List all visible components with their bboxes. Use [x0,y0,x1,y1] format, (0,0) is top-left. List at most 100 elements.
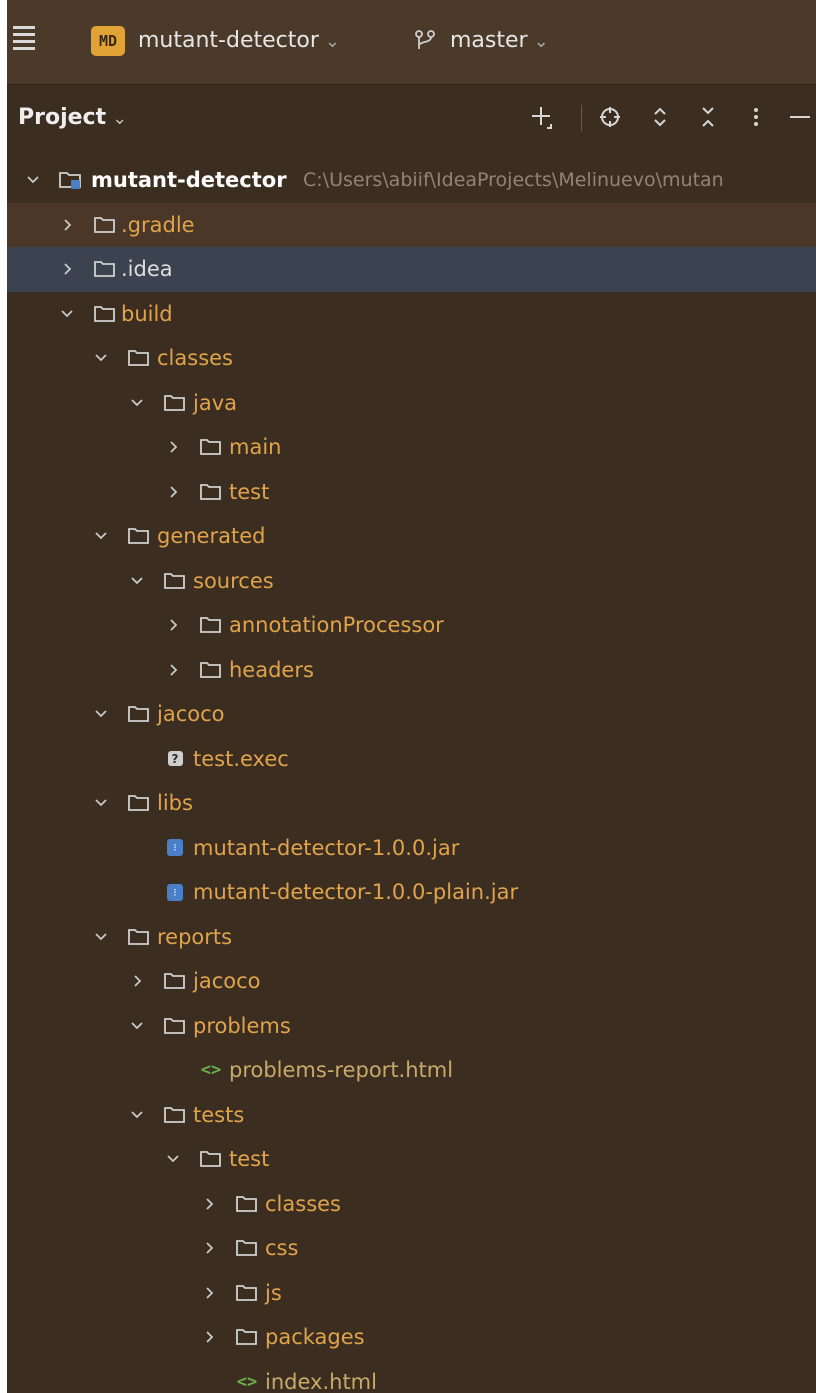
git-branch-icon[interactable] [413,29,439,53]
chevron-down-icon[interactable] [127,1004,147,1048]
tree-label: test [229,1147,270,1171]
tree-row[interactable]: reports [7,915,816,960]
chevron-down-icon[interactable] [127,559,147,603]
tree-row[interactable]: classes [7,1182,816,1227]
tree-label: classes [157,346,233,370]
toolbar-separator [581,105,582,131]
hide-toolwindow-icon[interactable] [785,101,815,133]
window-edge [0,0,7,1393]
tree-label: generated [157,524,266,548]
folder-icon [125,781,153,825]
tree-label: index.html [265,1369,377,1393]
tree-row[interactable]: libs [7,781,816,826]
chevron-right-icon[interactable] [199,1182,219,1226]
folder-icon [161,559,189,603]
tree-row[interactable]: classes [7,336,816,381]
expand-all-icon[interactable] [645,101,675,133]
main-menu-icon[interactable] [13,26,35,52]
tree-label: js [265,1280,282,1305]
tree-label: java [193,390,237,415]
folder-icon [91,292,119,336]
chevron-right-icon[interactable] [127,959,147,1003]
tree-label: tests [193,1102,245,1127]
chevron-right-icon[interactable] [199,1315,219,1359]
chevron-down-icon[interactable] [163,1137,183,1181]
tree-row[interactable]: build [7,292,816,337]
project-tree[interactable]: mutant-detector C:\Users\abiif\IdeaProje… [7,158,816,1393]
chevron-down-icon[interactable] [91,915,111,959]
chevron-right-icon[interactable] [57,203,77,247]
jar-file-icon: ⁝ [161,826,189,870]
chevron-right-icon[interactable] [163,648,183,692]
tree-row[interactable]: generated [7,514,816,559]
chevron-down-icon[interactable] [91,781,111,825]
tree-row[interactable]: headers [7,648,816,693]
folder-icon [161,381,189,425]
tree-row[interactable]: ? test.exec [7,737,816,782]
chevron-down-icon[interactable] [127,1093,147,1137]
chevron-down-icon[interactable] [91,514,111,558]
tree-row[interactable]: js [7,1271,816,1316]
module-folder-icon [57,158,85,202]
chevron-right-icon[interactable] [199,1271,219,1315]
tree-row[interactable]: annotationProcessor [7,603,816,648]
tree-row[interactable]: .idea [7,247,816,292]
chevron-down-icon[interactable] [127,381,147,425]
tree-label: jacoco [193,969,261,993]
tree-label: build [121,301,173,326]
tree-row[interactable]: main [7,425,816,470]
tree-row[interactable]: ⁝ mutant-detector-1.0.0-plain.jar [7,870,816,915]
folder-icon [197,603,225,647]
new-file-icon[interactable] [527,101,557,133]
folder-icon [197,1137,225,1181]
tree-row[interactable]: tests [7,1093,816,1138]
chevron-down-icon[interactable] [91,692,111,736]
project-badge[interactable]: MD [91,26,125,56]
chevron-right-icon[interactable] [57,247,77,291]
toolwindow-title-dropdown[interactable]: Project ⌄ [18,103,127,134]
collapse-all-icon[interactable] [693,101,723,133]
branch-switcher[interactable]: master ⌄ [450,27,549,56]
tree-row[interactable]: test [7,470,816,515]
tree-row[interactable]: jacoco [7,692,816,737]
chevron-right-icon[interactable] [163,603,183,647]
chevron-right-icon[interactable] [163,425,183,469]
tree-row[interactable]: java [7,381,816,426]
chevron-down-icon[interactable] [57,292,77,336]
locate-icon[interactable] [595,101,625,133]
options-menu-icon[interactable] [741,101,771,133]
tree-label: main [229,435,282,459]
tree-row[interactable]: .gradle [7,202,816,247]
chevron-right-icon[interactable] [199,1226,219,1270]
tree-row[interactable]: css [7,1226,816,1271]
html-file-icon: <> [236,1371,258,1392]
tree-row[interactable]: sources [7,559,816,604]
tree-label: annotationProcessor [229,613,444,637]
chevron-down-icon: ⌄ [112,108,128,129]
unknown-file-icon: ? [161,737,189,781]
tree-row[interactable]: problems [7,1004,816,1049]
tree-row[interactable]: ⁝ mutant-detector-1.0.0.jar [7,826,816,871]
tree-row[interactable]: test [7,1137,816,1182]
tree-row[interactable]: packages [7,1315,816,1360]
folder-icon [125,692,153,736]
tree-row[interactable]: <> index.html [7,1360,816,1393]
toolwindow-title: Project [18,105,107,130]
tree-label: headers [229,657,314,682]
html-file-icon: <> [200,1060,222,1080]
project-switcher[interactable]: mutant-detector ⌄ [138,27,340,56]
folder-icon [125,915,153,959]
tree-row[interactable]: <> problems-report.html [7,1048,816,1093]
chevron-right-icon[interactable] [163,470,183,514]
chevron-down-icon[interactable] [23,158,43,202]
tree-label: problems-report.html [229,1058,454,1082]
folder-icon [125,514,153,558]
tree-label: libs [157,791,193,815]
chevron-down-icon[interactable] [91,336,111,380]
tree-label: classes [265,1191,341,1216]
tree-row[interactable]: jacoco [7,959,816,1004]
title-bar: MD mutant-detector ⌄ master ⌄ [7,0,816,85]
tree-label: packages [265,1325,365,1349]
folder-icon [233,1182,261,1226]
tree-row-root[interactable]: mutant-detector C:\Users\abiif\IdeaProje… [7,158,816,203]
